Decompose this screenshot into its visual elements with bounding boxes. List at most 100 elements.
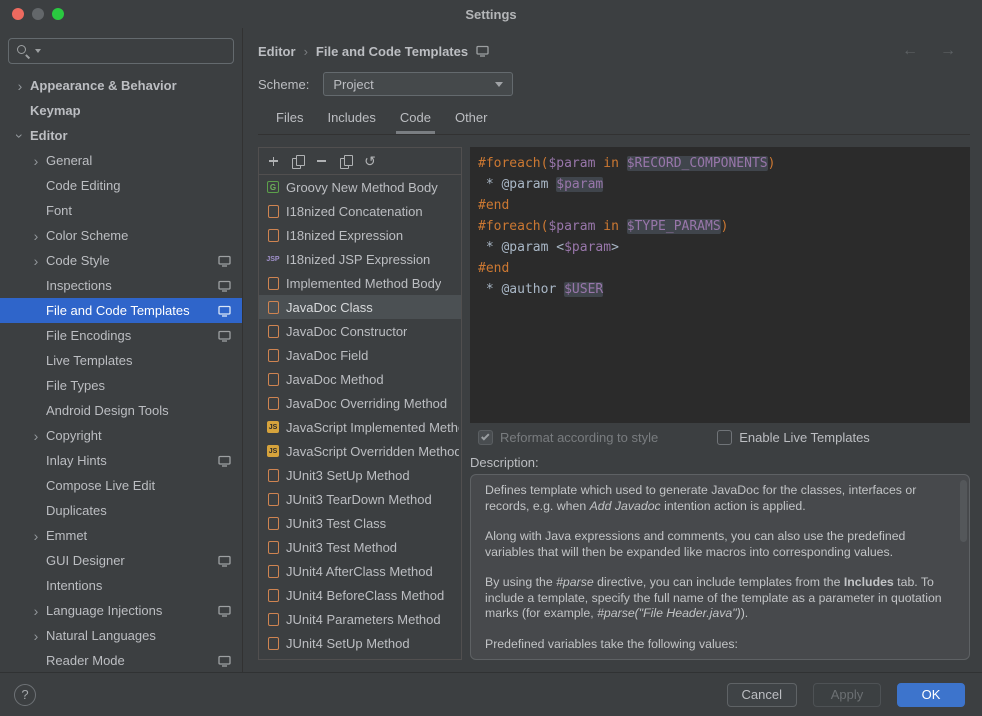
sidebar-item-label: GUI Designer — [44, 553, 125, 568]
template-item-javadoc-field[interactable]: JavaDoc Field — [259, 343, 461, 367]
sidebar-item-appearance-behavior[interactable]: ›Appearance & Behavior — [0, 73, 242, 98]
template-item-javadoc-overriding-method[interactable]: JavaDoc Overriding Method — [259, 391, 461, 415]
template-item-i18nized-jsp-expression[interactable]: JSPI18nized JSP Expression — [259, 247, 461, 271]
history-nav: ← → — [902, 43, 956, 59]
sidebar-item-code-editing[interactable]: Code Editing — [0, 173, 242, 198]
file-template-icon — [268, 349, 279, 362]
cancel-button[interactable]: Cancel — [727, 683, 797, 707]
template-item-junit3-test-method[interactable]: JUnit3 Test Method — [259, 535, 461, 559]
template-item-javadoc-class[interactable]: JavaDoc Class — [259, 295, 461, 319]
chevron-collapsed-icon[interactable]: › — [28, 604, 44, 618]
sidebar-item-language-injections[interactable]: ›Language Injections — [0, 598, 242, 623]
template-item-junit3-test-class[interactable]: JUnit3 Test Class — [259, 511, 461, 535]
close-button[interactable] — [12, 8, 24, 20]
template-code-editor[interactable]: #foreach($param in $RECORD_COMPONENTS) *… — [470, 147, 970, 423]
chevron-expanded-icon[interactable]: › — [13, 128, 27, 144]
sidebar-item-duplicates[interactable]: Duplicates — [0, 498, 242, 523]
sidebar-item-inspections[interactable]: Inspections — [0, 273, 242, 298]
template-item-javadoc-method[interactable]: JavaDoc Method — [259, 367, 461, 391]
template-options: Reformat according to style Enable Live … — [470, 423, 970, 451]
description-label: Description: — [470, 451, 970, 474]
template-item-groovy-new-method-body[interactable]: G Groovy New Method Body — [259, 175, 461, 199]
help-button[interactable]: ? — [14, 684, 36, 706]
chevron-collapsed-icon[interactable]: › — [28, 154, 44, 168]
sidebar-item-general[interactable]: ›General — [0, 148, 242, 173]
template-item-label: JUnit3 Test Method — [286, 540, 397, 555]
description-text: intention action is applied. — [661, 499, 806, 513]
template-item-junit4-beforeclass-method[interactable]: JUnit4 BeforeClass Method — [259, 583, 461, 607]
sidebar-item-reader-mode[interactable]: Reader Mode — [0, 648, 242, 672]
zoom-button[interactable] — [52, 8, 64, 20]
template-item-junit4-setup-method[interactable]: JUnit4 SetUp Method — [259, 631, 461, 655]
remove-template-icon[interactable] — [315, 155, 328, 168]
ok-button[interactable]: OK — [897, 683, 965, 707]
chevron-collapsed-icon[interactable]: › — [28, 529, 44, 543]
reset-to-default-icon[interactable]: ↺ — [363, 155, 377, 168]
sidebar-item-label: Font — [44, 203, 72, 218]
scheme-select[interactable]: Project — [323, 72, 513, 96]
forward-icon[interactable]: → — [940, 43, 956, 59]
settings-search[interactable] — [8, 38, 234, 64]
tab-other[interactable]: Other — [443, 110, 500, 134]
reformat-checkbox[interactable] — [478, 430, 493, 445]
tab-files[interactable]: Files — [264, 110, 315, 134]
sidebar-item-inlay-hints[interactable]: Inlay Hints — [0, 448, 242, 473]
template-item-junit3-teardown-method[interactable]: JUnit3 TearDown Method — [259, 487, 461, 511]
sidebar-item-keymap[interactable]: Keymap — [0, 98, 242, 123]
template-item-javascript-overridden-method-body[interactable]: JSJavaScript Overridden Method Body — [259, 439, 461, 463]
template-item-label: Groovy New Method Body — [286, 180, 438, 195]
scheme-label: Scheme: — [258, 77, 309, 92]
chevron-collapsed-icon[interactable]: › — [28, 429, 44, 443]
template-item-implemented-method-body[interactable]: Implemented Method Body — [259, 271, 461, 295]
sidebar-item-file-encodings[interactable]: File Encodings — [0, 323, 242, 348]
titlebar[interactable]: Settings — [0, 0, 982, 28]
sidebar-item-gui-designer[interactable]: GUI Designer — [0, 548, 242, 573]
code-line: #foreach($param in $RECORD_COMPONENTS) — [478, 153, 962, 174]
sidebar-item-natural-languages[interactable]: ›Natural Languages — [0, 623, 242, 648]
sidebar-item-color-scheme[interactable]: ›Color Scheme — [0, 223, 242, 248]
code-segment: $param — [548, 156, 595, 171]
template-item-i18nized-concatenation[interactable]: I18nized Concatenation — [259, 199, 461, 223]
sidebar-item-file-and-code-templates[interactable]: File and Code Templates — [0, 298, 242, 323]
sidebar-item-android-design-tools[interactable]: Android Design Tools — [0, 398, 242, 423]
description-text: Predefined variables take the following … — [485, 637, 738, 651]
chevron-collapsed-icon[interactable]: › — [12, 79, 28, 93]
description-text: Along with Java expressions and comments… — [485, 529, 905, 559]
sidebar-item-code-style[interactable]: ›Code Style — [0, 248, 242, 273]
copy-template-icon[interactable] — [339, 155, 352, 168]
create-child-template-icon[interactable] — [291, 155, 304, 168]
template-item-i18nized-expression[interactable]: I18nized Expression — [259, 223, 461, 247]
tab-code[interactable]: Code — [388, 110, 443, 134]
template-item-javadoc-constructor[interactable]: JavaDoc Constructor — [259, 319, 461, 343]
template-item-junit4-parameters-method[interactable]: JUnit4 Parameters Method — [259, 607, 461, 631]
sidebar-item-label: Intentions — [44, 578, 102, 593]
add-template-icon[interactable] — [267, 155, 280, 168]
code-line: * @param $param — [478, 174, 962, 195]
search-history-chevron-icon[interactable] — [35, 49, 41, 53]
enable-live-templates-checkbox[interactable] — [717, 430, 732, 445]
sidebar-item-file-types[interactable]: File Types — [0, 373, 242, 398]
template-item-junit4-afterclass-method[interactable]: JUnit4 AfterClass Method — [259, 559, 461, 583]
template-template-icon — [266, 637, 280, 650]
template-item-junit3-setup-method[interactable]: JUnit3 SetUp Method — [259, 463, 461, 487]
chevron-collapsed-icon[interactable]: › — [28, 229, 44, 243]
chevron-collapsed-icon[interactable]: › — [28, 254, 44, 268]
sidebar-item-editor[interactable]: ›Editor — [0, 123, 242, 148]
sidebar-item-copyright[interactable]: ›Copyright — [0, 423, 242, 448]
sidebar-item-live-templates[interactable]: Live Templates — [0, 348, 242, 373]
sidebar-item-label: Code Editing — [44, 178, 120, 193]
template-item-javascript-implemented-method-body[interactable]: JSJavaScript Implemented Method Body — [259, 415, 461, 439]
chevron-collapsed-icon[interactable]: › — [28, 629, 44, 643]
sidebar-item-label: Language Injections — [44, 603, 162, 618]
back-icon[interactable]: ← — [902, 43, 918, 59]
search-input[interactable] — [46, 44, 226, 59]
sidebar-item-emmet[interactable]: ›Emmet — [0, 523, 242, 548]
sidebar-item-compose-live-edit[interactable]: Compose Live Edit — [0, 473, 242, 498]
tab-includes[interactable]: Includes — [315, 110, 387, 134]
breadcrumb-editor[interactable]: Editor — [258, 44, 296, 59]
sidebar-item-intentions[interactable]: Intentions — [0, 573, 242, 598]
groovy-icon: G — [267, 181, 279, 193]
description-scrollbar[interactable] — [960, 480, 967, 542]
sidebar-item-label: Compose Live Edit — [44, 478, 155, 493]
sidebar-item-font[interactable]: Font — [0, 198, 242, 223]
